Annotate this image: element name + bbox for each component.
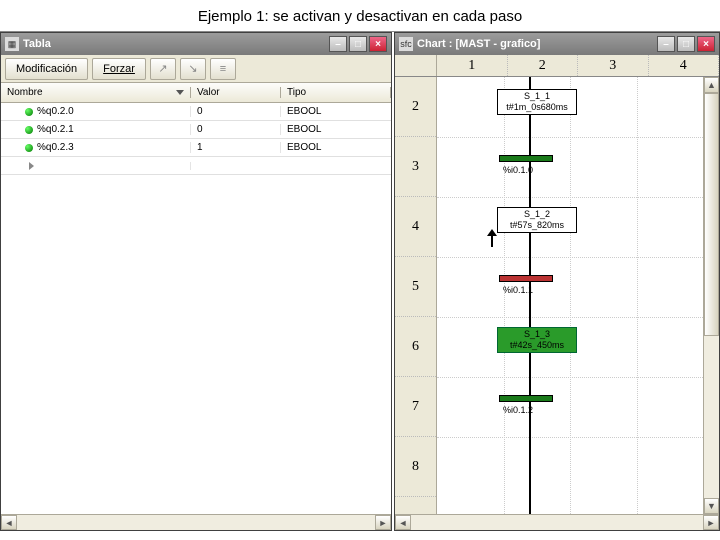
toolbar-icon-2[interactable]: ↘ xyxy=(180,58,206,80)
sfc-step[interactable]: S_1_1 t#1m_0s680ms xyxy=(497,89,577,115)
toolbar-icon-3[interactable]: ≡ xyxy=(210,58,236,80)
column-ruler: 1 2 3 4 xyxy=(395,55,719,77)
sfc-step[interactable]: S_1_2 t#57s_820ms xyxy=(497,207,577,233)
table-row[interactable]: %q0.2.3 1 EBOOL xyxy=(1,139,391,157)
workspace: ▦ Tabla – □ × Modificación Forzar ↗ ↘ ≡ … xyxy=(0,31,720,531)
sfc-connector-line xyxy=(529,77,531,514)
tabla-title: Tabla xyxy=(23,38,325,50)
scroll-right-button[interactable]: ► xyxy=(703,515,719,530)
scroll-left-button[interactable]: ◄ xyxy=(1,515,17,530)
row-header[interactable]: 7 xyxy=(395,377,436,437)
table-icon: ▦ xyxy=(5,37,19,51)
page-caption: Ejemplo 1: se activan y desactivan en ca… xyxy=(0,0,720,31)
maximize-button[interactable]: □ xyxy=(677,36,695,52)
chart-titlebar: sfc Chart : [MAST - grafico] – □ × xyxy=(395,33,719,55)
maximize-button[interactable]: □ xyxy=(349,36,367,52)
chevron-down-icon[interactable] xyxy=(176,90,184,95)
col-valor-header[interactable]: Valor xyxy=(191,87,281,98)
tabla-panel: ▦ Tabla – □ × Modificación Forzar ↗ ↘ ≡ … xyxy=(0,32,392,531)
h-scrollbar[interactable]: ◄ ► xyxy=(395,514,719,530)
modificacion-button[interactable]: Modificación xyxy=(5,58,88,80)
expand-icon[interactable] xyxy=(29,162,34,170)
row-header[interactable]: 6 xyxy=(395,317,436,377)
sfc-transition[interactable] xyxy=(499,275,553,282)
close-button[interactable]: × xyxy=(697,36,715,52)
row-header[interactable]: 8 xyxy=(395,437,436,497)
chart-area: 2 3 4 5 6 7 8 S_1_ xyxy=(395,77,719,514)
col-header[interactable]: 2 xyxy=(508,55,579,76)
sfc-step-active[interactable]: S_1_3 t#42s_450ms xyxy=(497,327,577,353)
scroll-left-button[interactable]: ◄ xyxy=(395,515,411,530)
col-header[interactable]: 1 xyxy=(437,55,508,76)
tabla-toolbar: Modificación Forzar ↗ ↘ ≡ xyxy=(1,55,391,83)
row-header[interactable]: 5 xyxy=(395,257,436,317)
col-header[interactable]: 3 xyxy=(578,55,649,76)
transition-label: %i0.1.0 xyxy=(503,165,533,175)
chart-panel: sfc Chart : [MAST - grafico] – □ × 1 2 3… xyxy=(394,32,720,531)
sfc-transition[interactable] xyxy=(499,395,553,402)
minimize-button[interactable]: – xyxy=(657,36,675,52)
status-dot-icon xyxy=(25,126,33,134)
scroll-thumb[interactable] xyxy=(704,93,719,336)
table-row-empty[interactable] xyxy=(1,157,391,175)
row-header[interactable]: 2 xyxy=(395,77,436,137)
loop-arrow-icon xyxy=(487,229,497,247)
row-header[interactable]: 3 xyxy=(395,137,436,197)
close-button[interactable]: × xyxy=(369,36,387,52)
h-scrollbar[interactable]: ◄ ► xyxy=(1,514,391,530)
sfc-canvas[interactable]: S_1_1 t#1m_0s680ms S_1_2 t#57s_820ms S_1… xyxy=(437,77,703,514)
sfc-transition[interactable] xyxy=(499,155,553,162)
scroll-right-button[interactable]: ► xyxy=(375,515,391,530)
transition-label: %i0.1.2 xyxy=(503,405,533,415)
transition-label: %i0.1.1 xyxy=(503,285,533,295)
status-dot-icon xyxy=(25,144,33,152)
v-scrollbar[interactable]: ▲ ▼ xyxy=(703,77,719,514)
minimize-button[interactable]: – xyxy=(329,36,347,52)
table-body: %q0.2.0 0 EBOOL %q0.2.1 0 EBOOL %q0.2.3 … xyxy=(1,103,391,514)
col-nombre-header[interactable]: Nombre xyxy=(1,87,191,98)
toolbar-icon-1[interactable]: ↗ xyxy=(150,58,176,80)
row-ruler: 2 3 4 5 6 7 8 xyxy=(395,77,437,514)
table-header: Nombre Valor Tipo xyxy=(1,83,391,103)
chart-title: Chart : [MAST - grafico] xyxy=(417,38,653,50)
col-header[interactable]: 4 xyxy=(649,55,720,76)
table-row[interactable]: %q0.2.0 0 EBOOL xyxy=(1,103,391,121)
col-tipo-header[interactable]: Tipo xyxy=(281,87,391,98)
status-dot-icon xyxy=(25,108,33,116)
table-row[interactable]: %q0.2.1 0 EBOOL xyxy=(1,121,391,139)
sfc-icon: sfc xyxy=(399,37,413,51)
forzar-button[interactable]: Forzar xyxy=(92,58,146,80)
scroll-down-button[interactable]: ▼ xyxy=(704,498,719,514)
tabla-titlebar: ▦ Tabla – □ × xyxy=(1,33,391,55)
scroll-up-button[interactable]: ▲ xyxy=(704,77,719,93)
row-header[interactable]: 4 xyxy=(395,197,436,257)
